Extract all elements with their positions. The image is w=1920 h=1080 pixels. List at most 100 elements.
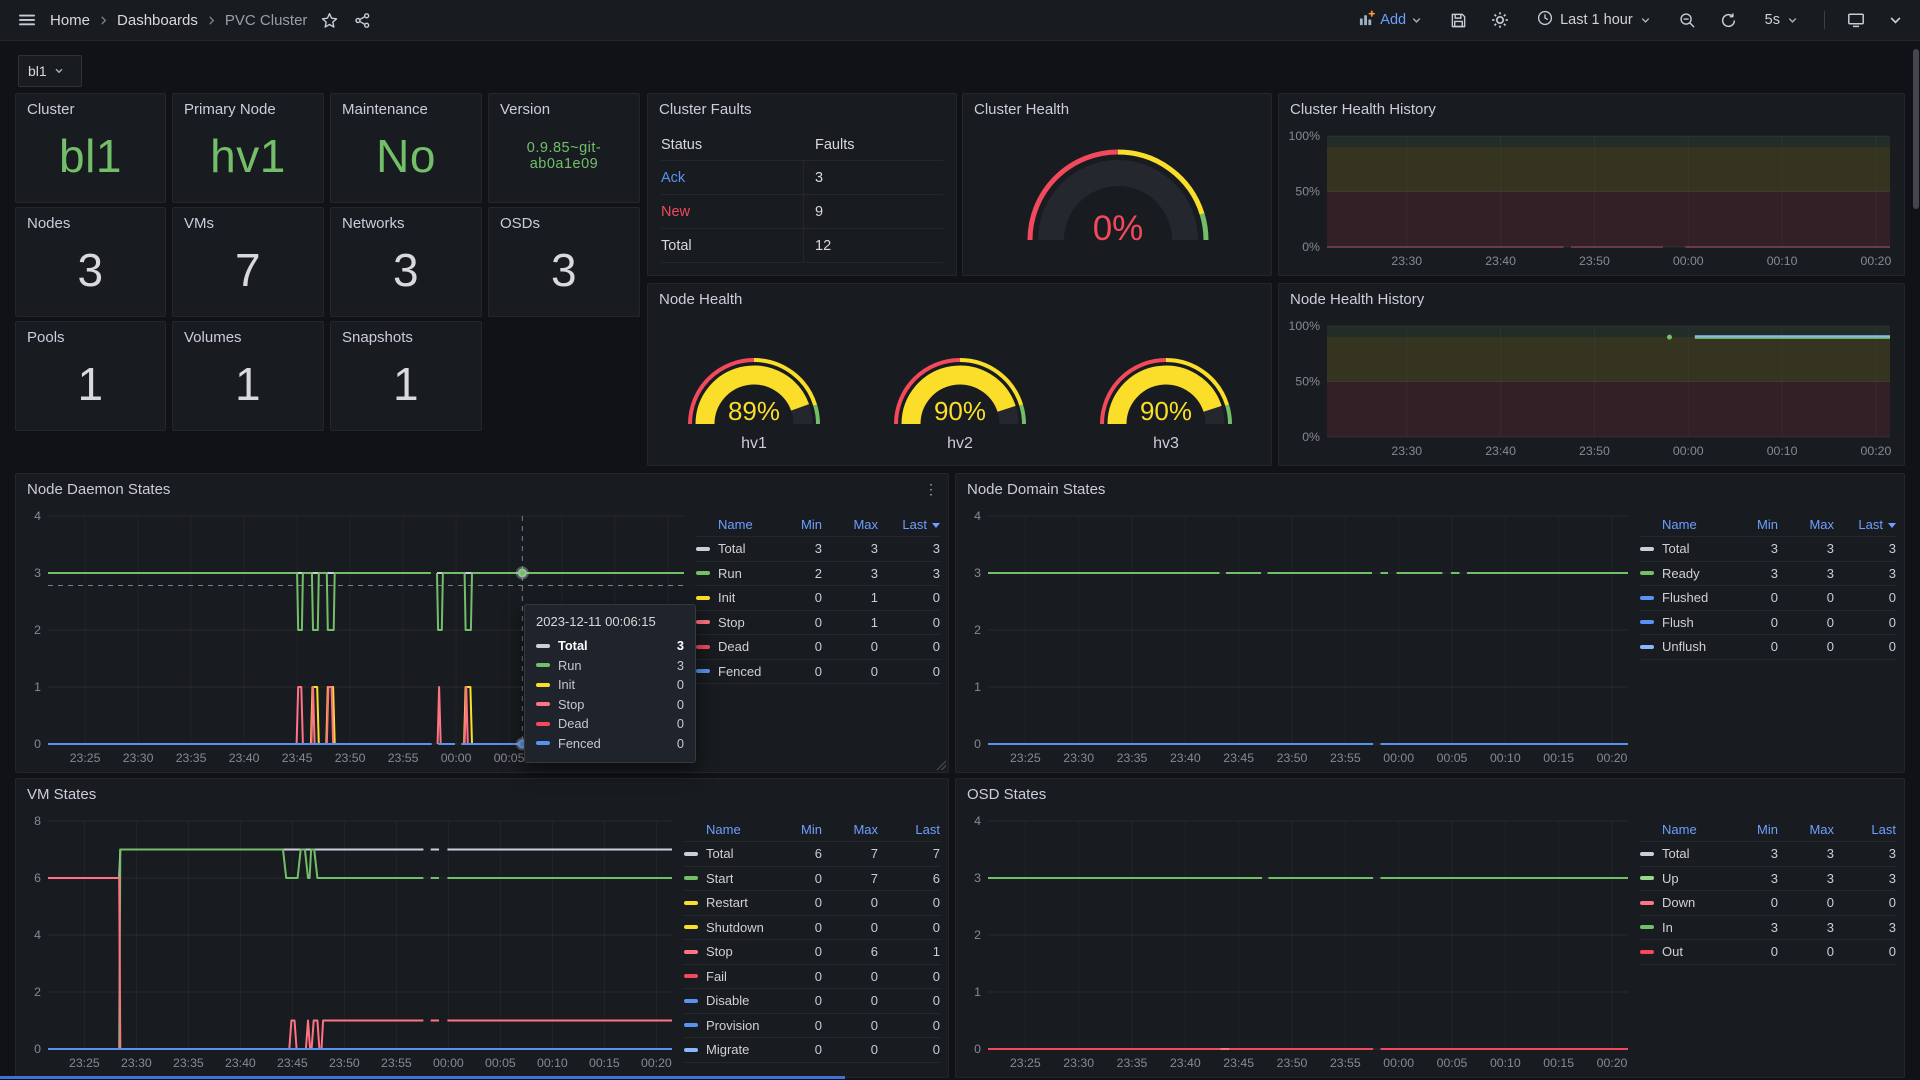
panel-title[interactable]: VM States	[16, 779, 948, 807]
vm-legend-row-migrate[interactable]: Migrate000	[684, 1038, 940, 1063]
scrollbar-thumb[interactable]	[1913, 49, 1919, 209]
toolbar-divider	[1824, 11, 1825, 29]
stat-title[interactable]: Networks	[331, 208, 481, 236]
osd-legend-row-down[interactable]: Down000	[1640, 891, 1896, 916]
panel-title[interactable]: Node Health	[648, 284, 1271, 312]
legend-min-value: 3	[1734, 846, 1778, 861]
cluster_history-plot-area[interactable]: 0%50%100%23:3023:4023:5000:0000:1000:20	[1283, 124, 1898, 273]
vm-legend-row-fail[interactable]: Fail000	[684, 965, 940, 990]
stat-title[interactable]: Nodes	[16, 208, 165, 236]
panel-title[interactable]: Node Health History	[1279, 284, 1904, 312]
daemon-legend-row-fenced[interactable]: Fenced000	[696, 660, 940, 685]
legend-header-last[interactable]: Last	[1834, 517, 1896, 532]
faults-row[interactable]: New9	[661, 195, 943, 229]
stat-title[interactable]: OSDs	[489, 208, 639, 236]
refresh-icon[interactable]	[1718, 10, 1739, 31]
osd-legend-row-up[interactable]: Up333	[1640, 867, 1896, 892]
legend-header-min[interactable]: Min	[778, 517, 822, 532]
node_history-plot-area[interactable]: 0%50%100%23:3023:4023:5000:0000:1000:20	[1283, 314, 1898, 463]
legend-header-max[interactable]: Max	[1778, 517, 1834, 532]
vm-plot-area[interactable]: 0246823:2523:3023:3523:4023:4523:5023:55…	[20, 809, 680, 1075]
faults-row[interactable]: Total12	[661, 229, 943, 263]
osd-plot-area[interactable]: 0123423:2523:3023:3523:4023:4523:5023:55…	[960, 809, 1636, 1075]
time-range-picker[interactable]: Last 1 hour	[1531, 9, 1657, 31]
stat-title[interactable]: Cluster	[16, 94, 165, 122]
domain-legend-row-total[interactable]: Total333	[1640, 537, 1896, 562]
panel-title[interactable]: OSD States	[956, 779, 1904, 807]
legend-last-value: 3	[878, 541, 940, 556]
legend-header-last[interactable]: Last	[878, 517, 940, 532]
domain-legend-row-flush[interactable]: Flush000	[1640, 611, 1896, 636]
panel-resize-handle[interactable]	[935, 759, 946, 770]
refresh-interval-dropdown[interactable]: 5s	[1759, 11, 1804, 29]
vm-legend-row-shutdown[interactable]: Shutdown000	[684, 916, 940, 941]
osd-legend-row-total[interactable]: Total333	[1640, 842, 1896, 867]
daemon-legend-row-run[interactable]: Run233	[696, 562, 940, 587]
dashboard-settings-gear-icon[interactable]	[1489, 9, 1511, 31]
domain-legend-row-unflush[interactable]: Unflush000	[1640, 635, 1896, 660]
legend-header-min[interactable]: Min	[778, 822, 822, 837]
stat-title[interactable]: Maintenance	[331, 94, 481, 122]
daemon-panel: Node Daemon States0123423:2523:3023:3523…	[15, 473, 949, 773]
vm-legend-row-total[interactable]: Total677	[684, 842, 940, 867]
variable-dropdown[interactable]: bl1	[18, 55, 82, 87]
vm-legend-row-restart[interactable]: Restart000	[684, 891, 940, 916]
panel-title[interactable]: Cluster Faults	[648, 94, 956, 122]
legend-header-max[interactable]: Max	[822, 822, 878, 837]
daemon-legend-row-total[interactable]: Total333	[696, 537, 940, 562]
favorite-star-icon[interactable]	[319, 10, 340, 31]
svg-text:23:55: 23:55	[388, 751, 419, 765]
daemon-legend-row-dead[interactable]: Dead000	[696, 635, 940, 660]
svg-text:2: 2	[974, 623, 981, 637]
faults-row[interactable]: Ack3	[661, 161, 943, 195]
series-name: Unflush	[1662, 639, 1706, 654]
svg-text:4: 4	[34, 509, 41, 523]
stat-title[interactable]: Volumes	[173, 322, 323, 350]
domain-legend-row-ready[interactable]: Ready333	[1640, 562, 1896, 587]
daemon-legend-row-stop[interactable]: Stop010	[696, 611, 940, 636]
chevron-down-icon[interactable]	[1887, 12, 1904, 29]
osd-legend: NameMinMaxLastTotal333Up333Down000In333O…	[1636, 809, 1898, 1075]
domain-legend-row-flushed[interactable]: Flushed000	[1640, 586, 1896, 611]
vm-legend-row-start[interactable]: Start076	[684, 867, 940, 892]
panel-title[interactable]: Cluster Health History	[1279, 94, 1904, 122]
stat-value: 1	[177, 350, 319, 420]
stat-title[interactable]: Snapshots	[331, 322, 481, 350]
tv-mode-icon[interactable]	[1845, 9, 1867, 31]
dashboard-canvas: bl1 Clusterbl1Primary Nodehv1Maintenance…	[0, 41, 1920, 1080]
stat-title[interactable]: VMs	[173, 208, 323, 236]
breadcrumb-dashboards[interactable]: Dashboards	[117, 12, 198, 29]
series-color-chip	[684, 925, 698, 929]
breadcrumb-home[interactable]: Home	[50, 12, 90, 29]
share-icon[interactable]	[352, 10, 373, 31]
legend-last-value: 0	[878, 615, 940, 630]
legend-header-min[interactable]: Min	[1734, 822, 1778, 837]
domain-plot-area[interactable]: 0123423:2523:3023:3523:4023:4523:5023:55…	[960, 504, 1636, 770]
panel-menu-kebab-icon[interactable]: ⋮	[924, 481, 938, 498]
stat-title[interactable]: Primary Node	[173, 94, 323, 122]
stat-title[interactable]: Version	[489, 94, 639, 122]
legend-header-min[interactable]: Min	[1734, 517, 1778, 532]
panel-title[interactable]: Node Daemon States	[16, 474, 948, 502]
osd-legend-row-out[interactable]: Out000	[1640, 940, 1896, 965]
node-health-panel: Node Health89%hv190%hv290%hv3	[647, 283, 1272, 466]
legend-header-last[interactable]: Last	[878, 822, 940, 837]
panel-title[interactable]: Node Domain States	[956, 474, 1904, 502]
series-color-chip	[696, 669, 710, 673]
legend-header-last[interactable]: Last	[1834, 822, 1896, 837]
daemon-legend-row-init[interactable]: Init010	[696, 586, 940, 611]
panel-title[interactable]: Cluster Health	[963, 94, 1271, 122]
vm-legend-row-provision[interactable]: Provision000	[684, 1014, 940, 1039]
legend-header-max[interactable]: Max	[1778, 822, 1834, 837]
legend-header-max[interactable]: Max	[822, 517, 878, 532]
stat-title[interactable]: Pools	[16, 322, 165, 350]
zoom-out-icon[interactable]	[1677, 10, 1698, 31]
stat-panel-version: Version0.9.85~git- ab0a1e09	[488, 93, 640, 203]
add-button[interactable]: Add	[1352, 9, 1428, 32]
osd-legend-row-in[interactable]: In333	[1640, 916, 1896, 941]
vm-legend-row-disable[interactable]: Disable000	[684, 989, 940, 1014]
menu-toggle-icon[interactable]	[16, 9, 38, 31]
vm-legend-row-stop[interactable]: Stop061	[684, 940, 940, 965]
save-dashboard-icon[interactable]	[1448, 10, 1469, 31]
series-name: Up	[1662, 871, 1679, 886]
